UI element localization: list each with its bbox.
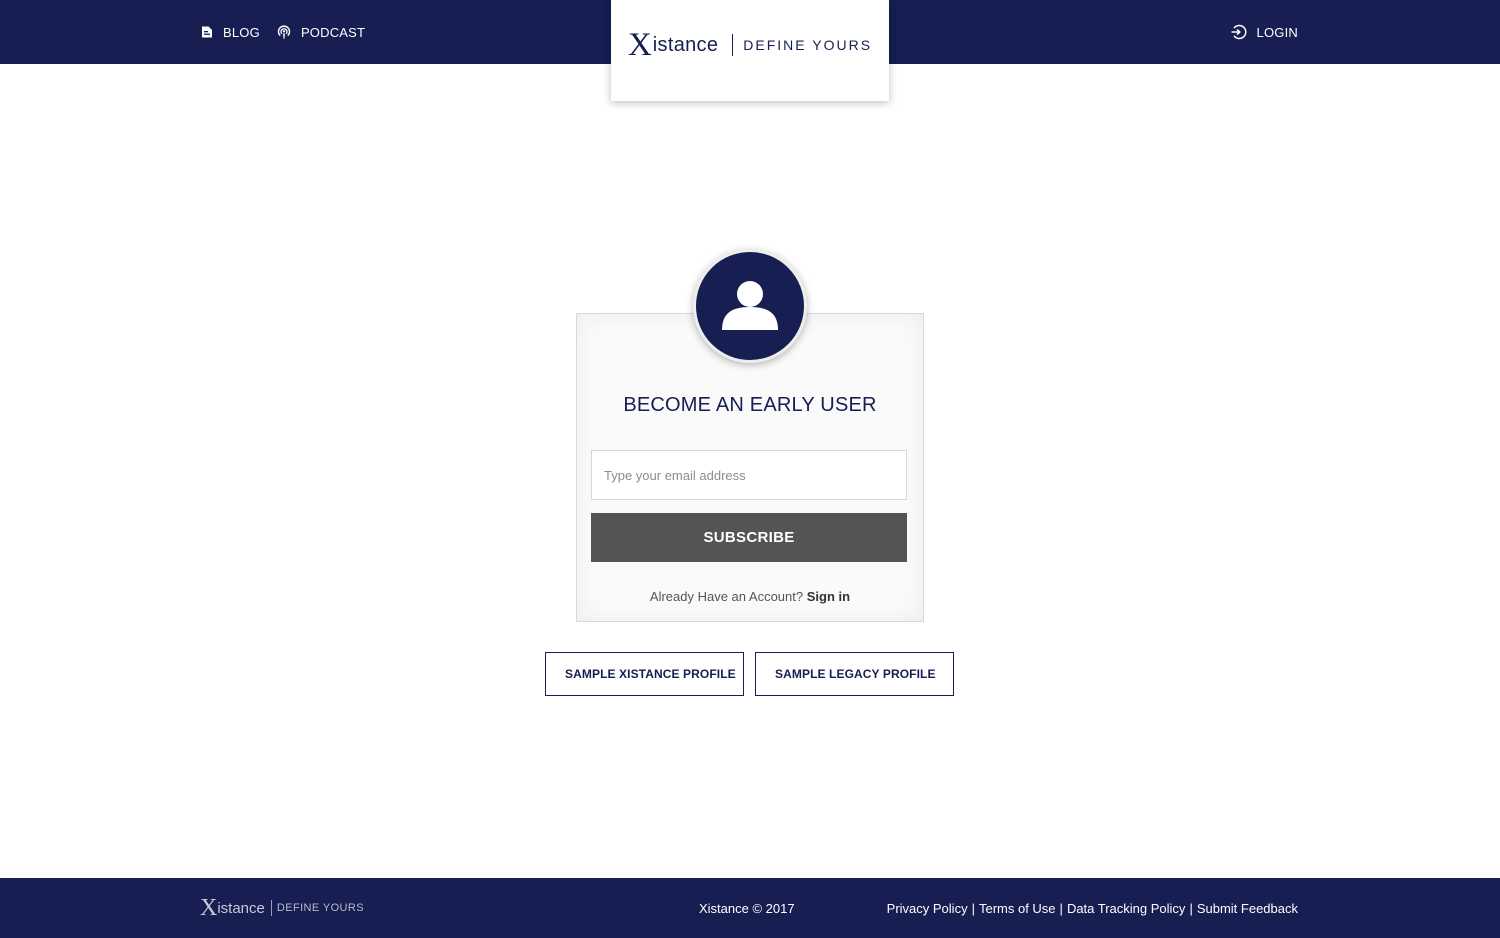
sample-legacy-profile-button[interactable]: SAMPLE LEGACY PROFILE (755, 652, 954, 696)
copyright-text: Xistance © 2017 (699, 900, 795, 916)
logo-divider (732, 34, 734, 56)
logo-tab: X istance DEFINE YOURS (611, 0, 889, 101)
privacy-policy-link[interactable]: Privacy Policy (887, 901, 968, 916)
sign-in-link[interactable]: Sign in (807, 589, 850, 604)
footer-separator: | (971, 900, 975, 916)
login-label: LOGIN (1256, 24, 1298, 40)
footer-separator: | (1189, 900, 1193, 916)
login-link[interactable]: LOGIN (1230, 23, 1298, 41)
data-tracking-policy-link[interactable]: Data Tracking Policy (1067, 901, 1186, 916)
account-prompt: Already Have an Account? (649, 589, 804, 604)
submit-feedback-link[interactable]: Submit Feedback (1197, 901, 1298, 916)
subscribe-button[interactable]: SUBSCRIBE (591, 513, 907, 562)
blog-icon (200, 25, 214, 39)
footer-logo-tagline: DEFINE YOURS (276, 902, 364, 914)
terms-of-use-link[interactable]: Terms of Use (979, 901, 1056, 916)
footer-links: Privacy Policy | Terms of Use | Data Tra… (887, 878, 1298, 938)
nav-left-group: BLOG PODCAST (200, 0, 365, 64)
logo-tagline: DEFINE YOURS (743, 37, 873, 53)
brand-logo[interactable]: X istance DEFINE YOURS (627, 27, 873, 63)
footer-logo-wordmark: istance (217, 899, 265, 917)
login-icon (1230, 23, 1248, 41)
footer-logo-divider (270, 900, 272, 916)
footer-separator: | (1059, 900, 1063, 916)
footer-logo[interactable]: X istance DEFINE YOURS (200, 878, 364, 938)
nav-podcast-link[interactable]: PODCAST (276, 24, 365, 40)
nav-right-group: LOGIN (1230, 0, 1298, 64)
email-input[interactable] (591, 450, 907, 500)
signin-row: Already Have an Account? Sign in (576, 589, 924, 604)
nav-podcast-label: PODCAST (300, 24, 366, 40)
sample-xistance-profile-button[interactable]: SAMPLE XISTANCE PROFILE (545, 652, 744, 696)
podcast-icon (276, 24, 292, 40)
avatar (693, 249, 807, 363)
user-icon (720, 274, 780, 339)
footer-logo-mark: X (200, 894, 218, 921)
logo-wordmark: istance (652, 33, 719, 56)
signup-title: BECOME AN EARLY USER (623, 394, 877, 416)
footer: X istance DEFINE YOURS Xistance © 2017 P… (0, 878, 1500, 938)
nav-blog-label: BLOG (223, 24, 260, 40)
logo-mark: X (627, 27, 652, 63)
nav-blog-link[interactable]: BLOG (200, 25, 260, 40)
